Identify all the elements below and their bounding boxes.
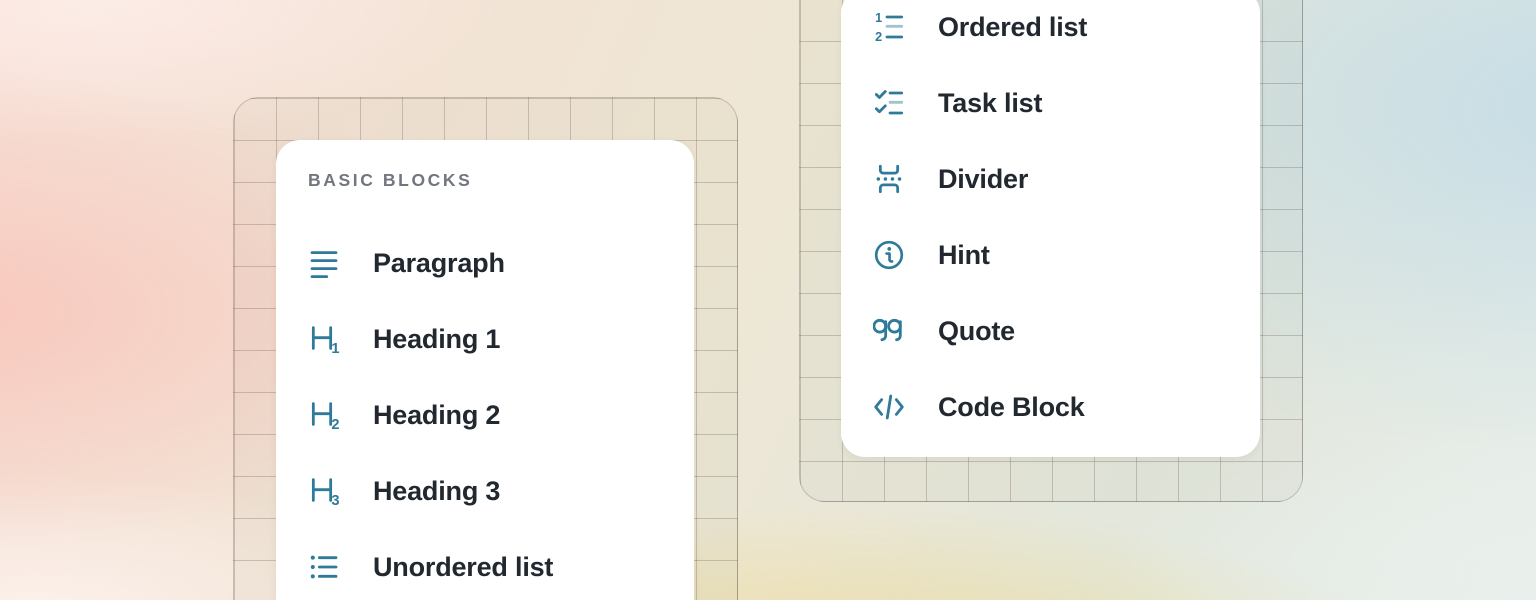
heading-1-icon: 1 <box>308 323 340 355</box>
menu-item-unordered-list[interactable]: Unordered list <box>276 529 694 600</box>
svg-text:2: 2 <box>331 417 339 431</box>
menu-item-task-list[interactable]: Task list <box>841 65 1260 141</box>
unordered-list-icon <box>308 551 340 583</box>
heading-3-icon: 3 <box>308 475 340 507</box>
hero-canvas: BASIC BLOCKS Paragraph 1 Heading 1 2 Hea… <box>0 0 1536 600</box>
hint-icon <box>873 239 905 271</box>
menu-item-divider[interactable]: Divider <box>841 141 1260 217</box>
menu-item-hint[interactable]: Hint <box>841 217 1260 293</box>
menu-item-quote[interactable]: Quote <box>841 293 1260 369</box>
svg-text:3: 3 <box>331 493 339 507</box>
menu-item-heading-1[interactable]: 1 Heading 1 <box>276 301 694 377</box>
menu-item-code-block[interactable]: Code Block <box>841 369 1260 445</box>
basic-blocks-menu: BASIC BLOCKS Paragraph 1 Heading 1 2 Hea… <box>276 140 694 600</box>
blocks-menu-continued: 12 Ordered list Task list Divider Hint Q… <box>841 0 1260 457</box>
menu-section-header: BASIC BLOCKS <box>308 170 694 194</box>
menu-item-list: 12 Ordered list Task list Divider Hint Q… <box>841 0 1260 445</box>
menu-item-list: Paragraph 1 Heading 1 2 Heading 2 3 Head… <box>276 225 694 600</box>
paragraph-icon <box>308 247 340 279</box>
ordered-list-icon: 12 <box>873 11 905 43</box>
divider-icon <box>873 163 905 195</box>
code-block-icon <box>873 391 905 423</box>
menu-item-paragraph[interactable]: Paragraph <box>276 225 694 301</box>
svg-text:2: 2 <box>875 30 882 43</box>
svg-text:1: 1 <box>875 11 882 25</box>
quote-icon <box>873 315 905 347</box>
menu-item-heading-2[interactable]: 2 Heading 2 <box>276 377 694 453</box>
svg-text:1: 1 <box>331 341 339 355</box>
menu-item-ordered-list[interactable]: 12 Ordered list <box>841 0 1260 65</box>
heading-2-icon: 2 <box>308 399 340 431</box>
task-list-icon <box>873 87 905 119</box>
menu-item-heading-3[interactable]: 3 Heading 3 <box>276 453 694 529</box>
